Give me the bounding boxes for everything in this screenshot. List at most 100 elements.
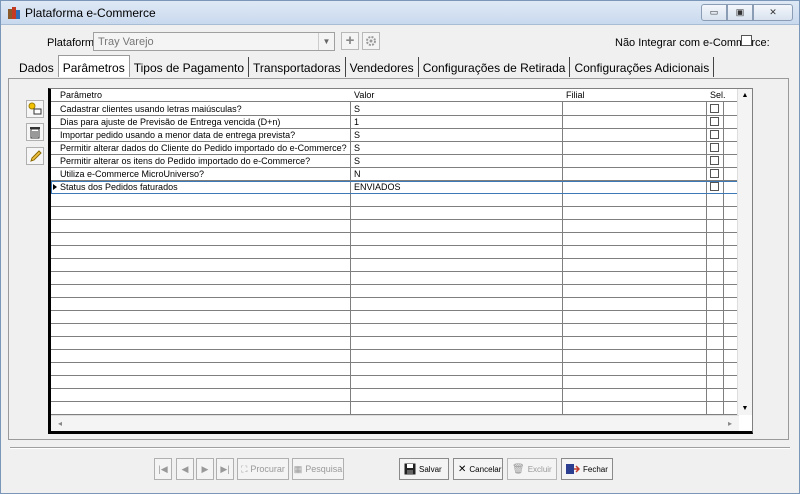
empty-row[interactable] xyxy=(51,389,739,402)
cell-valor[interactable]: S xyxy=(351,155,561,168)
binoculars-icon: ⛶ xyxy=(241,463,248,474)
grid-header: Parâmetro Valor Filial Sel. xyxy=(51,89,739,102)
header-parametro[interactable]: Parâmetro xyxy=(57,89,105,102)
cell-filial[interactable] xyxy=(563,168,705,181)
header-filial[interactable]: Filial xyxy=(563,89,588,102)
cell-filial[interactable] xyxy=(563,155,705,168)
tab-dados[interactable]: Dados xyxy=(15,57,58,77)
table-row[interactable]: Cadastrar clientes usando letras maiúscu… xyxy=(51,103,739,116)
table-row[interactable]: Permitir alterar os itens do Pedido impo… xyxy=(51,155,739,168)
nao-integrar-checkbox[interactable] xyxy=(741,35,752,46)
scroll-down-icon[interactable]: ▼ xyxy=(738,402,752,415)
cell-parametro[interactable]: Permitir alterar dados do Cliente do Ped… xyxy=(57,142,349,155)
delete-record-button[interactable] xyxy=(26,123,44,141)
plataforma-select[interactable]: Tray Varejo ▼ xyxy=(93,32,335,51)
tab-configuracoes-retirada[interactable]: Configurações de Retirada xyxy=(419,57,571,77)
empty-row[interactable] xyxy=(51,298,739,311)
last-record-button[interactable]: ▶| xyxy=(216,458,234,480)
next-record-button[interactable]: ▶ xyxy=(196,458,214,480)
cell-parametro[interactable]: Utiliza e-Commerce MicroUniverso? xyxy=(57,168,349,181)
prev-icon: ◀ xyxy=(181,463,189,474)
bottom-separator xyxy=(10,447,790,449)
minimize-button[interactable]: ▭ xyxy=(701,4,727,21)
procurar-button[interactable]: ⛶ Procurar xyxy=(237,458,289,480)
settings-plataforma-button[interactable] xyxy=(362,32,380,50)
cell-filial[interactable] xyxy=(563,129,705,142)
cell-valor[interactable]: N xyxy=(351,168,561,181)
tab-transportadoras[interactable]: Transportadoras xyxy=(249,57,346,77)
table-row[interactable]: Utiliza e-Commerce MicroUniverso? N xyxy=(51,168,739,181)
cell-parametro[interactable]: Permitir alterar os itens do Pedido impo… xyxy=(57,155,349,168)
empty-row[interactable] xyxy=(51,246,739,259)
sel-checkbox[interactable] xyxy=(710,182,719,191)
empty-row[interactable] xyxy=(51,233,739,246)
table-row[interactable]: Dias para ajuste de Previsão de Entrega … xyxy=(51,116,739,129)
empty-row[interactable] xyxy=(51,220,739,233)
cell-filial[interactable] xyxy=(563,116,705,129)
parametros-grid[interactable]: Parâmetro Valor Filial Sel. Cadastrar cl… xyxy=(48,88,753,434)
tab-parametros[interactable]: Parâmetros xyxy=(57,55,130,77)
vertical-scrollbar[interactable]: ▲ ▼ xyxy=(737,89,752,415)
empty-row[interactable] xyxy=(51,363,739,376)
horizontal-scrollbar[interactable]: ◂ ▸ xyxy=(51,415,739,431)
cell-filial[interactable] xyxy=(563,103,705,116)
empty-row[interactable] xyxy=(51,350,739,363)
cell-parametro[interactable]: Dias para ajuste de Previsão de Entrega … xyxy=(57,116,349,129)
cancelar-button[interactable]: ✕ Cancelar xyxy=(453,458,503,480)
excluir-button[interactable]: 🗑 Excluir xyxy=(507,458,557,480)
empty-row[interactable] xyxy=(51,194,739,207)
sel-checkbox[interactable] xyxy=(710,104,719,113)
cell-parametro[interactable]: Status dos Pedidos faturados xyxy=(57,181,349,194)
cell-valor[interactable]: ENVIADOS xyxy=(351,181,561,194)
fechar-button[interactable]: Fechar xyxy=(561,458,613,480)
scroll-up-icon[interactable]: ▲ xyxy=(738,89,752,102)
edit-record-button[interactable] xyxy=(26,147,44,165)
new-record-button[interactable] xyxy=(26,100,44,118)
empty-row[interactable] xyxy=(51,207,739,220)
empty-row[interactable] xyxy=(51,324,739,337)
sel-checkbox[interactable] xyxy=(710,169,719,178)
add-plataforma-button[interactable]: + xyxy=(341,32,359,50)
empty-row[interactable] xyxy=(51,272,739,285)
gear-icon xyxy=(366,36,376,46)
tab-bar: Dados Parâmetros Tipos de Pagamento Tran… xyxy=(15,55,715,79)
table-icon: ▦ xyxy=(293,463,303,474)
salvar-label: Salvar xyxy=(419,464,442,474)
tab-configuracoes-adicionais[interactable]: Configurações Adicionais xyxy=(570,57,715,77)
pesquisa-label: Pesquisa xyxy=(305,464,343,474)
chevron-down-icon: ▼ xyxy=(318,33,334,50)
empty-row[interactable] xyxy=(51,259,739,272)
scroll-right-icon[interactable]: ▸ xyxy=(723,416,737,431)
sel-checkbox[interactable] xyxy=(710,156,719,165)
prev-record-button[interactable]: ◀ xyxy=(176,458,194,480)
header-sel[interactable]: Sel. xyxy=(707,89,729,102)
cell-valor[interactable]: S xyxy=(351,129,561,142)
cell-filial[interactable] xyxy=(563,142,705,155)
tab-vendedores[interactable]: Vendedores xyxy=(346,57,419,77)
sel-checkbox[interactable] xyxy=(710,117,719,126)
header-valor[interactable]: Valor xyxy=(351,89,377,102)
table-row[interactable]: Importar pedido usando a menor data de e… xyxy=(51,129,739,142)
cell-parametro[interactable]: Cadastrar clientes usando letras maiúscu… xyxy=(57,103,349,116)
empty-row[interactable] xyxy=(51,337,739,350)
tab-tipos-pagamento[interactable]: Tipos de Pagamento xyxy=(130,57,250,77)
empty-row[interactable] xyxy=(51,285,739,298)
salvar-button[interactable]: Salvar xyxy=(399,458,449,480)
empty-row[interactable] xyxy=(51,402,739,415)
sel-checkbox[interactable] xyxy=(710,130,719,139)
cell-valor[interactable]: 1 xyxy=(351,116,561,129)
cell-valor[interactable]: S xyxy=(351,142,561,155)
table-row[interactable]: Permitir alterar dados do Cliente do Ped… xyxy=(51,142,739,155)
empty-row[interactable] xyxy=(51,376,739,389)
first-record-button[interactable]: |◀ xyxy=(154,458,172,480)
empty-row[interactable] xyxy=(51,311,739,324)
table-row[interactable]: Status dos Pedidos faturados ENVIADOS xyxy=(51,181,739,194)
maximize-button[interactable]: ▣ xyxy=(727,4,753,21)
sel-checkbox[interactable] xyxy=(710,143,719,152)
cell-filial[interactable] xyxy=(563,181,705,194)
scroll-left-icon[interactable]: ◂ xyxy=(53,416,67,431)
cell-valor[interactable]: S xyxy=(351,103,561,116)
pesquisa-button[interactable]: ▦ Pesquisa xyxy=(292,458,344,480)
cell-parametro[interactable]: Importar pedido usando a menor data de e… xyxy=(57,129,349,142)
close-button[interactable]: ✕ xyxy=(753,4,793,21)
